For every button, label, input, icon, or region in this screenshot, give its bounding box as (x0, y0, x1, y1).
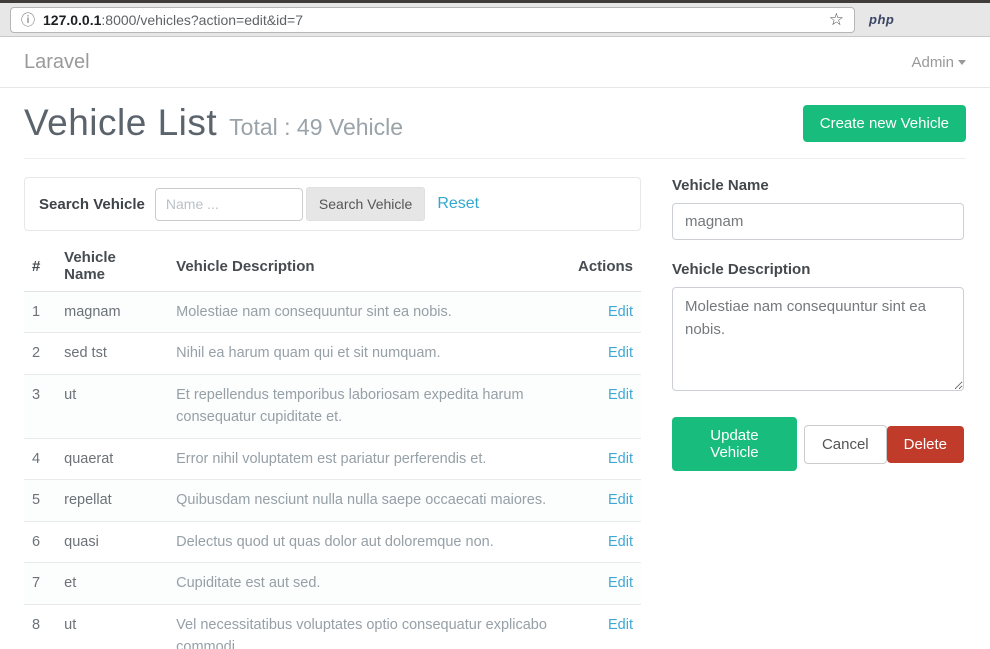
chevron-down-icon (958, 60, 966, 65)
edit-link[interactable]: Edit (608, 451, 633, 467)
row-vehicle-name: quaerat (56, 438, 168, 479)
php-extension-icon[interactable]: php (869, 12, 894, 27)
row-num: 4 (24, 438, 56, 479)
address-bar[interactable]: ⓘ 127.0.0.1:8000/vehicles?action=edit&id… (10, 7, 855, 33)
create-new-vehicle-button[interactable]: Create new Vehicle (803, 105, 966, 142)
vehicle-list-panel: Search Vehicle Search Vehicle Reset # Ve… (24, 177, 641, 649)
edit-vehicle-form: Vehicle Name Vehicle Description Molesti… (672, 177, 964, 649)
row-num: 1 (24, 292, 56, 333)
delete-button[interactable]: Delete (887, 426, 964, 463)
row-num: 8 (24, 604, 56, 649)
row-description: Delectus quod ut quas dolor aut doloremq… (168, 521, 570, 562)
column-header-description: Vehicle Description (168, 241, 570, 292)
page-title: Vehicle List (24, 102, 217, 144)
vehicle-table: # Vehicle Name Vehicle Description Actio… (24, 241, 641, 649)
row-description: Quibusdam nesciunt nulla nulla saepe occ… (168, 480, 570, 521)
navbar: Laravel Admin (0, 37, 990, 88)
page-header: Vehicle List Total : 49 Vehicle Create n… (24, 102, 966, 144)
row-vehicle-name: repellat (56, 480, 168, 521)
edit-link[interactable]: Edit (608, 345, 633, 361)
table-row: 7 et Cupiditate est aut sed. Edit (24, 563, 641, 604)
table-row: 8 ut Vel necessitatibus voluptates optio… (24, 604, 641, 649)
edit-link[interactable]: Edit (608, 387, 633, 403)
brand-link[interactable]: Laravel (24, 51, 90, 74)
search-button[interactable]: Search Vehicle (306, 187, 425, 221)
row-vehicle-name: ut (56, 374, 168, 438)
admin-dropdown-label: Admin (911, 54, 954, 71)
row-description: Nihil ea harum quam qui et sit numquam. (168, 333, 570, 374)
row-vehicle-name: ut (56, 604, 168, 649)
vehicle-name-label: Vehicle Name (672, 177, 964, 194)
page-info-icon[interactable]: ⓘ (21, 13, 35, 27)
edit-link[interactable]: Edit (608, 304, 633, 320)
search-input[interactable] (155, 188, 303, 221)
row-description: Vel necessitatibus voluptates optio cons… (168, 604, 570, 649)
cancel-button[interactable]: Cancel (804, 425, 887, 464)
table-row: 2 sed tst Nihil ea harum quam qui et sit… (24, 333, 641, 374)
column-header-name: Vehicle Name (56, 241, 168, 292)
update-vehicle-button[interactable]: Update Vehicle (672, 417, 797, 471)
row-vehicle-name: quasi (56, 521, 168, 562)
header-divider (24, 158, 966, 159)
row-num: 3 (24, 374, 56, 438)
edit-link[interactable]: Edit (608, 575, 633, 591)
table-row: 3 ut Et repellendus temporibus laboriosa… (24, 374, 641, 438)
search-panel: Search Vehicle Search Vehicle Reset (24, 177, 641, 231)
page-content: Vehicle List Total : 49 Vehicle Create n… (0, 88, 990, 649)
row-num: 7 (24, 563, 56, 604)
bookmark-star-icon[interactable]: ☆ (829, 10, 844, 30)
vehicle-name-input[interactable] (672, 203, 964, 240)
row-vehicle-name: magnam (56, 292, 168, 333)
table-body: 1 magnam Molestiae nam consequuntur sint… (24, 292, 641, 649)
vehicle-description-label: Vehicle Description (672, 261, 964, 278)
row-num: 5 (24, 480, 56, 521)
row-description: Molestiae nam consequuntur sint ea nobis… (168, 292, 570, 333)
url-path: :8000/vehicles?action=edit&id=7 (101, 12, 303, 28)
row-vehicle-name: sed tst (56, 333, 168, 374)
row-num: 2 (24, 333, 56, 374)
search-label: Search Vehicle (39, 196, 145, 213)
column-header-actions: Actions (570, 241, 641, 292)
edit-link[interactable]: Edit (608, 617, 633, 633)
url-text: 127.0.0.1:8000/vehicles?action=edit&id=7 (43, 12, 821, 28)
row-vehicle-name: et (56, 563, 168, 604)
row-num: 6 (24, 521, 56, 562)
url-host: 127.0.0.1 (43, 12, 101, 28)
table-row: 1 magnam Molestiae nam consequuntur sint… (24, 292, 641, 333)
reset-link[interactable]: Reset (437, 195, 479, 213)
total-count-label: Total : 49 Vehicle (229, 114, 403, 141)
table-row: 4 quaerat Error nihil voluptatem est par… (24, 438, 641, 479)
row-description: Error nihil voluptatem est pariatur perf… (168, 438, 570, 479)
browser-toolbar: ⓘ 127.0.0.1:8000/vehicles?action=edit&id… (0, 3, 990, 37)
row-description: Et repellendus temporibus laboriosam exp… (168, 374, 570, 438)
vehicle-description-textarea[interactable]: Molestiae nam consequuntur sint ea nobis… (672, 287, 964, 391)
row-description: Cupiditate est aut sed. (168, 563, 570, 604)
edit-link[interactable]: Edit (608, 492, 633, 508)
edit-link[interactable]: Edit (608, 534, 633, 550)
table-header-row: # Vehicle Name Vehicle Description Actio… (24, 241, 641, 292)
table-row: 5 repellat Quibusdam nesciunt nulla null… (24, 480, 641, 521)
table-row: 6 quasi Delectus quod ut quas dolor aut … (24, 521, 641, 562)
column-header-number: # (24, 241, 56, 292)
admin-dropdown[interactable]: Admin (911, 54, 966, 71)
form-buttons: Update Vehicle Cancel Delete (672, 417, 964, 471)
